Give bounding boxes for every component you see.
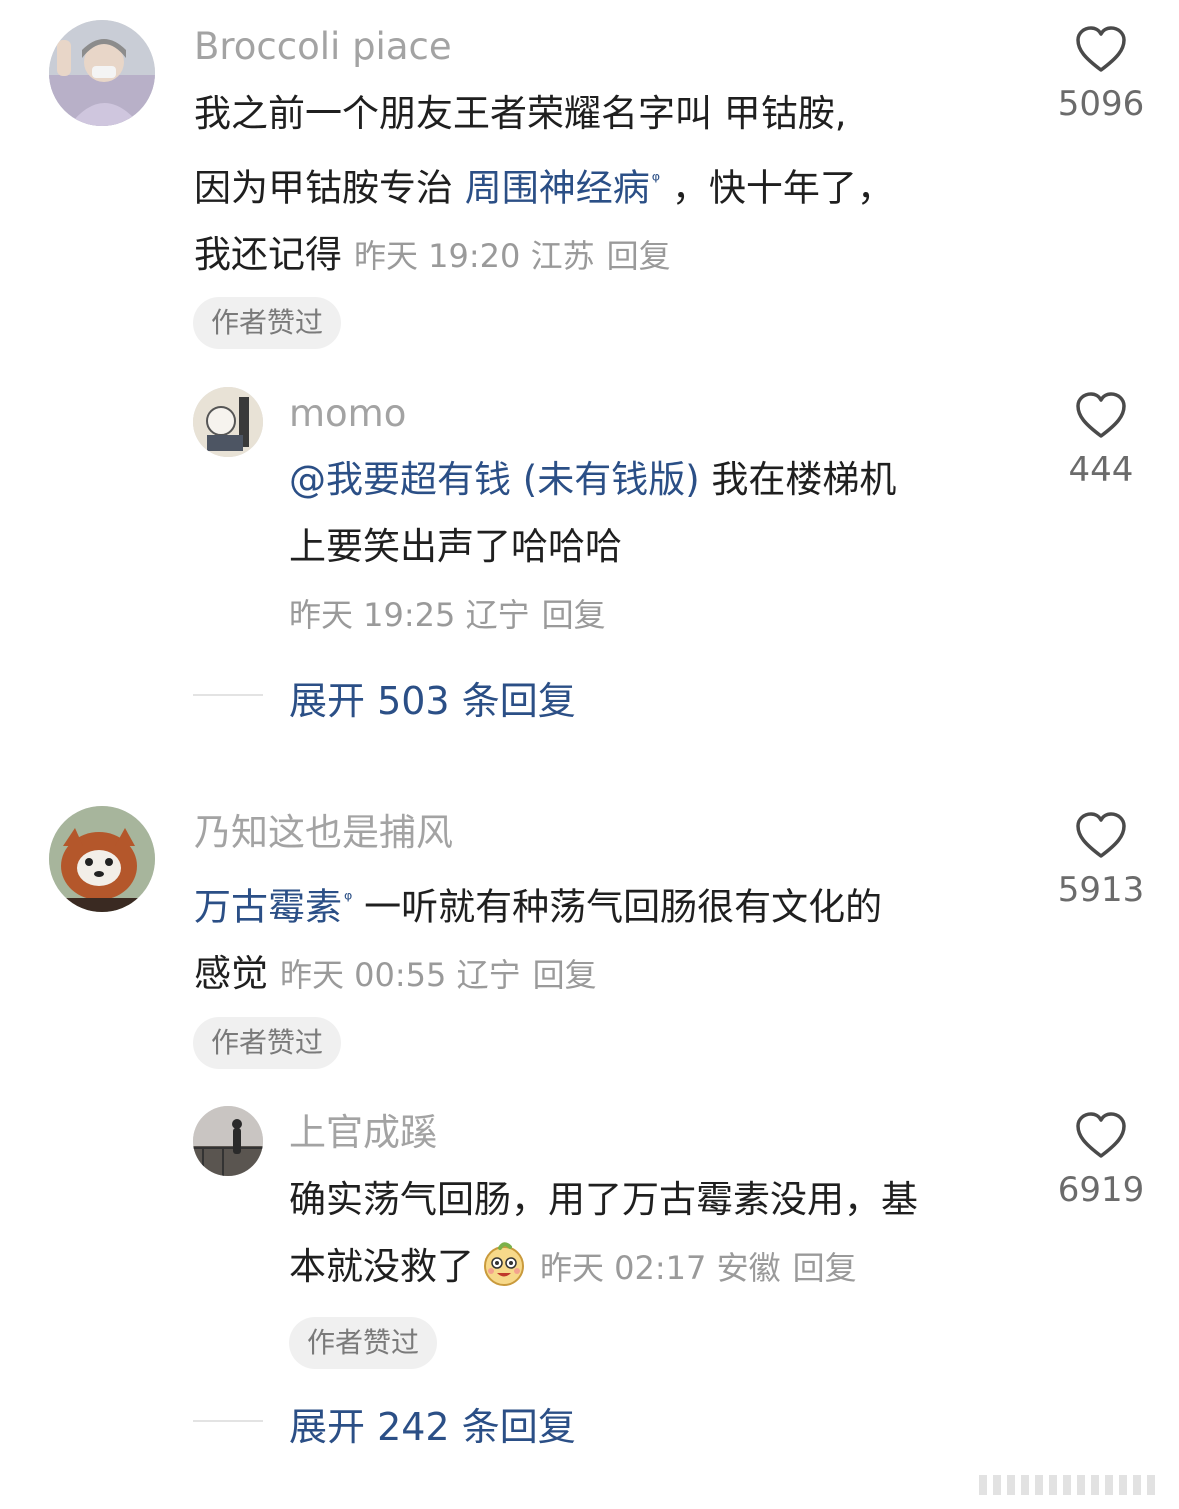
avatar[interactable] [193,387,263,457]
like-button[interactable]: 5096 [1041,26,1161,124]
like-button[interactable]: 444 [1041,392,1161,490]
smiling-emoji-icon [484,1242,524,1286]
heart-icon [1076,392,1126,438]
comment-text: 我之前一个朋友王者荣耀名字叫 甲钴胺, [194,92,847,135]
author-liked-badge: 作者赞过 [193,1017,342,1069]
comment-text: 因为甲钴胺专治 [194,166,465,210]
like-button[interactable]: 6919 [1041,1112,1161,1210]
like-count: 5096 [1057,84,1145,124]
comment-body: 万古霉素 ᵠ 一听就有种荡气回肠很有文化的 感觉 昨天 00:55 辽宁 回复 [194,866,1034,1009]
watermark-icon [979,1475,1155,1495]
like-count: 6919 [1057,1170,1145,1210]
search-link[interactable]: 周围神经病 [465,166,650,209]
username[interactable]: 上官成蹊 [289,1111,437,1155]
timestamp: 昨天 00:55 辽宁 [280,956,521,995]
username[interactable]: 乃知这也是捕风 [194,811,453,855]
avatar[interactable] [193,1106,263,1176]
heart-icon [1076,1112,1126,1158]
search-link[interactable]: 万古霉素 [194,885,342,928]
reply-body: 确实荡气回肠，用了万古霉素没用，基 本就没救了 昨天 02:17 安徽 回复 [289,1166,1049,1302]
username[interactable]: momo [289,392,406,436]
reply-meta: 昨天 02:17 安徽 回复 [540,1249,857,1287]
divider [193,694,263,696]
like-button[interactable]: 5913 [1041,812,1161,910]
timestamp: 昨天 19:25 辽宁 [289,596,530,634]
like-count: 444 [1068,450,1134,490]
divider [193,1420,263,1422]
mention-link[interactable]: @我要超有钱 (未有钱版) [289,458,700,501]
comment-text: ，快十年了， [660,166,894,210]
reply-body: @我要超有钱 (未有钱版) 我在楼梯机 上要笑出声了哈哈哈 昨天 19:25 辽… [289,446,1029,649]
reply-meta: 昨天 19:25 辽宁 回复 [289,596,606,634]
avatar[interactable] [49,20,155,126]
reply-button[interactable]: 回复 [793,1249,857,1287]
reply-button[interactable]: 回复 [533,956,597,994]
comment-text: 感觉 [194,952,268,996]
author-liked-badge: 作者赞过 [193,297,342,349]
timestamp: 昨天 19:20 江苏 [354,237,595,276]
username[interactable]: Broccoli piace [194,25,452,69]
author-liked-badge: 作者赞过 [289,1317,438,1369]
like-count: 5913 [1057,870,1145,910]
timestamp: 昨天 02:17 安徽 [540,1249,781,1287]
comment-text: 一听就有种荡气回肠很有文化的 [352,885,883,929]
heart-icon [1076,26,1126,72]
search-icon: ᵠ [651,168,661,192]
comment-meta: 昨天 19:20 江苏 回复 [354,237,671,275]
reply-text: 我在楼梯机 [699,458,897,501]
comment-text: 我还记得 [194,233,342,277]
comment-meta: 昨天 00:55 辽宁 回复 [280,956,597,994]
reply-text: 上要笑出声了哈哈哈 [289,525,622,568]
avatar[interactable] [49,806,155,912]
comment-body: 我之前一个朋友王者荣耀名字叫 甲钴胺, 因为甲钴胺专治 周围神经病 ᵠ ，快十年了… [194,80,1034,290]
reply-button[interactable]: 回复 [542,596,606,634]
reply-text: 确实荡气回肠，用了万古霉素没用，基 [289,1178,918,1221]
expand-replies-button[interactable]: 展开 503 条回复 [289,670,576,725]
expand-replies-button[interactable]: 展开 242 条回复 [289,1396,576,1451]
heart-icon [1076,812,1126,858]
reply-text: 本就没救了 [289,1245,474,1288]
reply-button[interactable]: 回复 [607,237,671,275]
